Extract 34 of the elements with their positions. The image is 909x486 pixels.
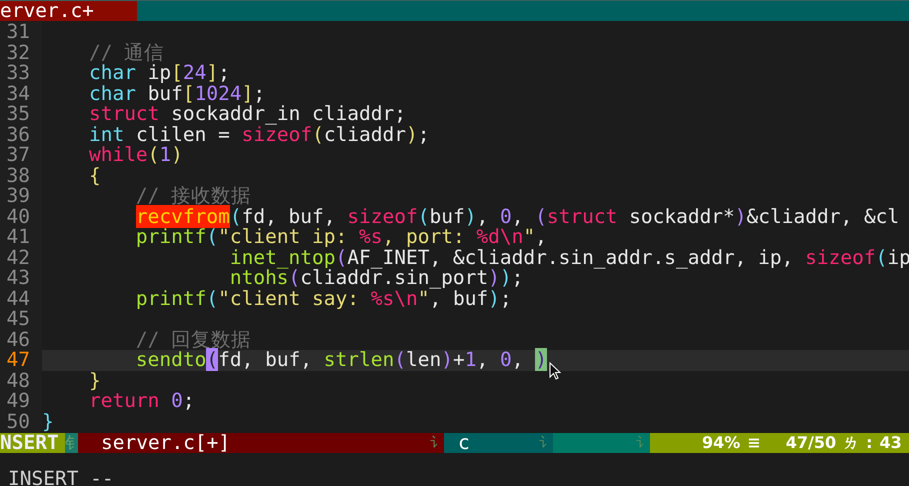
code-line: // 回复数据: [134, 330, 252, 350]
status-text: 94%: [702, 433, 740, 453]
status-text: ㄌ: [843, 433, 860, 453]
status-text: 43: [879, 433, 902, 453]
code-line: {: [88, 166, 101, 186]
code-line: char ip[24];: [88, 63, 230, 84]
code-line: struct sockaddr_in cliaddr;: [88, 104, 406, 124]
code-line: }: [42, 412, 54, 432]
status-text: 47/50: [786, 433, 836, 453]
code-line: int clilen = sizeof(cliaddr);: [88, 124, 430, 145]
status-text: :: [866, 433, 872, 453]
code-line: }: [88, 370, 101, 391]
mode-message: INSERT --: [7, 469, 115, 486]
code-line: recvfrom(fd, buf, sizeof(buf), 0, (struct sockaddr*)&cliaddr, &cl: [134, 206, 900, 227]
status-text: ≡: [747, 433, 761, 453]
status-text: 钅: [65, 433, 81, 453]
code-line: sendto(fd, buf, strlen(len)+1, 0, ): [134, 350, 547, 370]
code-line: return 0;: [88, 391, 195, 412]
separator-glyph: 讠: [539, 434, 553, 453]
status-text: server.c[+]: [101, 433, 230, 453]
code-line: while(1): [88, 145, 183, 166]
code-line: char buf[1024];: [88, 84, 266, 104]
code-line: printf("client ip: %s, port: %d\n",: [134, 227, 547, 248]
line-number: 47: [0, 350, 42, 370]
code-line: // 通信: [88, 42, 164, 63]
code-line: // 接收数据: [134, 186, 252, 206]
separator-glyph: 讠: [430, 434, 444, 453]
mouse-pointer-icon: [549, 362, 561, 380]
separator-glyph: 讠: [636, 434, 650, 453]
editor-tab[interactable]: erver.c+: [0, 1, 137, 21]
status-text: c: [458, 433, 470, 453]
code-line: printf("client say: %s\n", buf);: [134, 288, 512, 309]
status-text: NSERT: [0, 433, 59, 453]
code-line: ntohs(cliaddr.sin_port));: [228, 268, 524, 288]
